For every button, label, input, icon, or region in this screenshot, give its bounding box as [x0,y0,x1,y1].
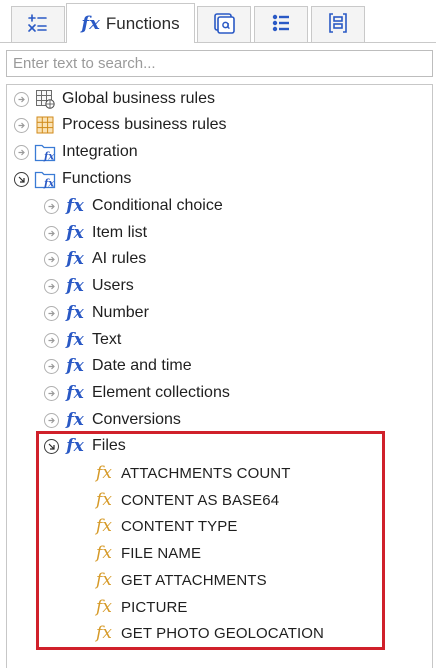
tree-item-label: GET PHOTO GEOLOCATION [121,624,324,642]
tree-item-file-function[interactable]: fx GET PHOTO GEOLOCATION [93,620,324,646]
function-leaf-icon: fx [96,542,112,563]
tree-item-global-business-rules[interactable]: Global business rules [14,86,215,112]
tree-item-function-group[interactable]: fx Conditional choice [44,193,223,219]
global-rules-icon [34,88,56,110]
tab-functions-label: Functions [105,13,180,33]
function-icon: fx [66,435,84,456]
expand-arrow-icon[interactable] [14,144,29,160]
tree-item-label: Functions [62,170,132,187]
function-leaf-icon: fx [96,515,112,536]
tree-item-label: Conversions [92,411,181,428]
collapse-arrow-icon[interactable] [14,171,29,187]
tree-item-function-group[interactable]: fx Date and time [44,353,192,379]
svg-text:fx: fx [43,152,55,163]
function-icon: fx [66,329,84,350]
tree-item-label: Element collections [92,384,230,401]
function-icon: fx [66,355,84,376]
tree-item-file-function[interactable]: fx CONTENT AS BASE64 [93,487,279,513]
tree-item-label: Text [92,331,122,348]
tab-form[interactable] [311,6,365,42]
tree-item-function-group[interactable]: fx Element collections [44,380,230,406]
expand-arrow-icon[interactable] [14,91,29,107]
collapse-arrow-icon[interactable] [44,438,59,454]
tree-item-label: AI rules [92,250,147,267]
tree-item-function-group[interactable]: fx AI rules [44,246,146,272]
variables-icon [213,12,235,38]
function-leaf-icon: fx [96,569,112,590]
tree-item-label: Number [92,304,149,321]
svg-text:fx: fx [43,179,55,190]
expand-arrow-icon[interactable] [44,225,59,241]
tree-item-label: FILE NAME [121,544,202,562]
tab-operators[interactable] [11,6,65,42]
expand-arrow-icon[interactable] [44,305,59,321]
tree-item-function-group[interactable]: fx Text [44,327,121,353]
function-icon: fx [66,382,84,403]
tree-item-function-group[interactable]: fx Number [44,300,149,326]
list-icon [270,12,292,38]
function-icon: fx [66,302,84,323]
function-folder-icon: fx [34,168,56,190]
tree-item-function-group[interactable]: fx Item list [44,220,147,246]
tree-item-label: CONTENT TYPE [121,517,238,535]
tree-item-label: Date and time [92,357,192,374]
function-icon: fx [66,222,84,243]
tree-item-label: Files [92,437,126,454]
tree-item-process-business-rules[interactable]: Process business rules [14,112,227,138]
bracket-icon [327,12,349,38]
tree-item-files[interactable]: fx Files [44,433,126,459]
function-icon: fx [66,275,84,296]
function-leaf-icon: fx [96,462,112,483]
tree-item-file-function[interactable]: fx PICTURE [93,594,188,620]
tab-bar: fx Functions [0,0,436,43]
expand-arrow-icon[interactable] [44,332,59,348]
expand-arrow-icon[interactable] [44,278,59,294]
tree-item-label: PICTURE [121,598,188,616]
tree-item-label: CONTENT AS BASE64 [121,491,280,509]
function-icon: fx [66,248,84,269]
function-leaf-icon: fx [96,489,112,510]
expand-arrow-icon[interactable] [44,251,59,267]
expand-arrow-icon[interactable] [44,198,59,214]
tree-item-label: GET ATTACHMENTS [121,571,267,589]
tree-item-file-function[interactable]: fx GET ATTACHMENTS [93,567,267,593]
tab-functions[interactable]: fx Functions [66,3,195,43]
search-input[interactable] [6,50,433,77]
expand-arrow-icon[interactable] [14,117,29,133]
expand-arrow-icon[interactable] [44,385,59,401]
function-folder-icon: fx [34,141,56,163]
function-leaf-icon: fx [96,596,112,617]
tab-list[interactable] [254,6,308,42]
expand-arrow-icon[interactable] [44,358,59,374]
tree-item-label: Global business rules [62,90,215,107]
function-icon: fx [66,409,84,430]
tree-item-label: Item list [92,224,148,241]
function-leaf-icon: fx [96,622,112,643]
tree-item-label: Integration [62,143,138,160]
tree-item-label: Users [92,277,134,294]
function-icon: fx [66,195,84,216]
tree-item-label: Process business rules [62,116,227,133]
functions-tree: Global business rules Process business r… [6,84,433,668]
tree-item-file-function[interactable]: fx FILE NAME [93,540,201,566]
tab-variables[interactable] [197,6,251,42]
tree-item-function-group[interactable]: fx Conversions [44,407,181,433]
tree-item-functions[interactable]: fx Functions [14,166,131,192]
process-rules-icon [34,114,56,136]
expand-arrow-icon[interactable] [44,412,59,428]
tree-item-label: Conditional choice [92,197,223,214]
tree-item-integration[interactable]: fx Integration [14,139,138,165]
function-icon: fx [81,12,100,34]
tree-item-file-function[interactable]: fx CONTENT TYPE [93,513,238,539]
tree-item-label: ATTACHMENTS COUNT [121,464,291,482]
tree-item-function-group[interactable]: fx Users [44,273,134,299]
tree-item-file-function[interactable]: fx ATTACHMENTS COUNT [93,460,290,486]
operators-icon [27,12,49,38]
